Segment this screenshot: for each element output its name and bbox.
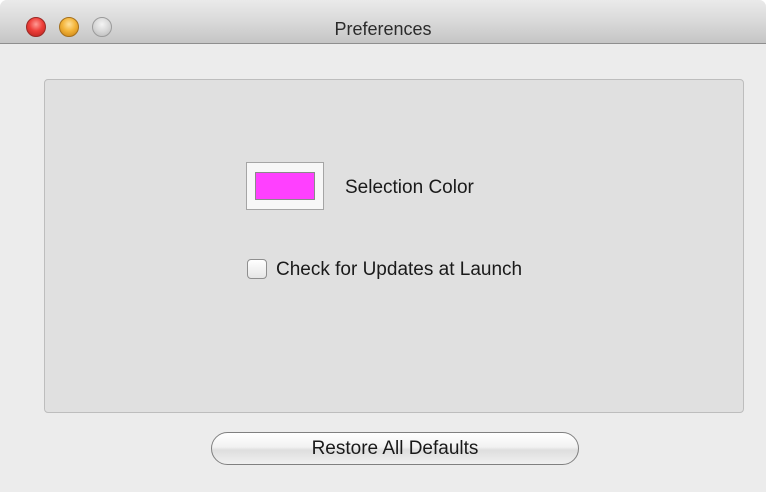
selection-color-well[interactable] bbox=[246, 162, 324, 210]
preferences-window: Preferences Selection Color Check for Up… bbox=[0, 0, 766, 492]
check-updates-checkbox[interactable] bbox=[247, 259, 267, 279]
check-updates-label[interactable]: Check for Updates at Launch bbox=[276, 259, 522, 281]
title-bar[interactable]: Preferences bbox=[0, 0, 766, 44]
selection-color-label: Selection Color bbox=[345, 177, 474, 198]
selection-color-swatch bbox=[255, 172, 315, 200]
preferences-group-box bbox=[44, 79, 744, 413]
restore-defaults-button[interactable]: Restore All Defaults bbox=[211, 432, 579, 465]
window-title: Preferences bbox=[334, 19, 432, 39]
